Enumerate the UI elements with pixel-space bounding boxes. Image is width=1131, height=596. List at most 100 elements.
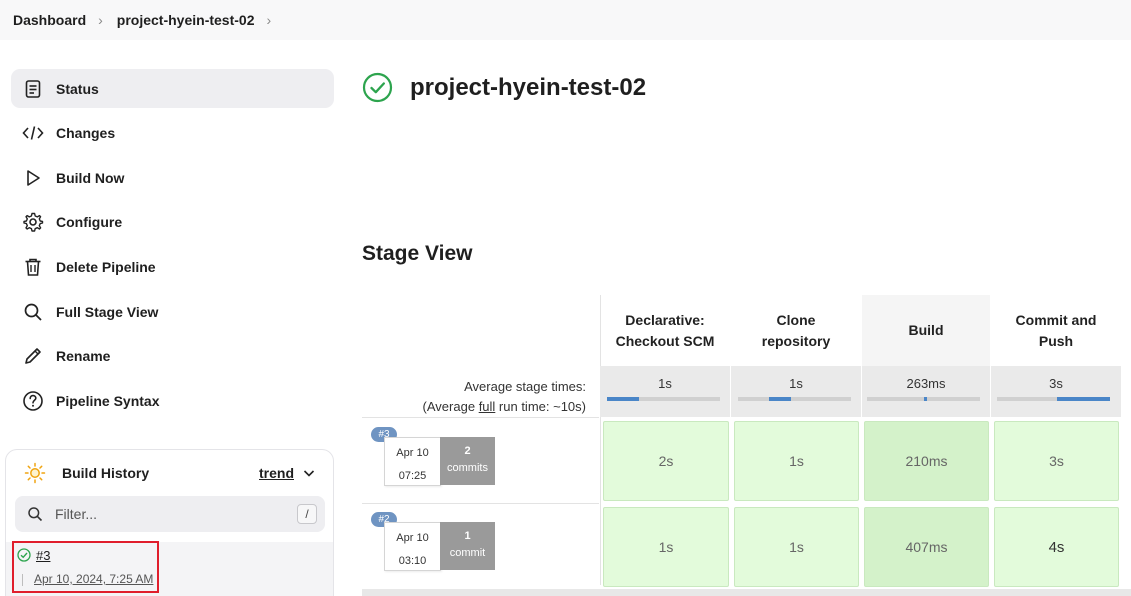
sidebar-item-configure[interactable]: Configure <box>11 202 334 241</box>
full-run-link[interactable]: full <box>479 399 496 414</box>
stage-duration: 2s <box>658 453 674 469</box>
run-date-card: Apr 10 07:25 <box>384 437 441 486</box>
stage-name: Commit and <box>1015 311 1097 328</box>
sidebar-item-label: Status <box>56 80 99 97</box>
stage-cell[interactable]: 407ms <box>864 507 989 587</box>
avg-progress-track <box>738 397 851 401</box>
sidebar-item-label: Changes <box>56 124 116 141</box>
stage-name: Push <box>1038 332 1074 349</box>
avg-progress-fill <box>923 397 927 401</box>
sun-icon <box>24 462 46 487</box>
build-filter-input[interactable] <box>55 506 275 522</box>
run-date: Apr 10 <box>396 532 429 544</box>
pencil-icon <box>22 345 44 367</box>
breadcrumb-project[interactable]: project-hyein-test-02 <box>117 12 255 28</box>
commit-label: commits <box>447 462 488 474</box>
stage-cell[interactable]: 2s <box>603 421 729 501</box>
success-check-icon <box>362 72 393 103</box>
divider <box>600 295 601 585</box>
stage-avg-time: 1s <box>658 376 672 391</box>
play-icon <box>22 167 44 189</box>
stage-avg-commit-push: 3s <box>991 366 1121 417</box>
sidebar-item-build-now[interactable]: Build Now <box>11 158 334 197</box>
stage-cell[interactable]: 4s <box>994 507 1119 587</box>
sidebar-item-label: Delete Pipeline <box>56 258 156 275</box>
full-run-prefix: (Average <box>422 399 479 414</box>
search-icon <box>22 301 44 323</box>
stage-name: Declarative: <box>625 311 705 328</box>
trash-icon <box>22 256 44 278</box>
avg-progress-track <box>867 397 980 401</box>
document-icon <box>22 78 44 100</box>
avg-progress-fill <box>607 397 639 401</box>
stage-header-build: Build <box>862 295 990 366</box>
avg-progress-fill <box>768 397 792 401</box>
sidebar-item-label: Rename <box>56 347 111 364</box>
stage-cell[interactable]: 1s <box>734 421 859 501</box>
page-title: project-hyein-test-02 <box>410 73 647 101</box>
run-time: 03:10 <box>398 555 427 567</box>
sidebar-item-label: Pipeline Syntax <box>56 392 160 409</box>
stage-name: repository <box>761 332 831 349</box>
sidebar-item-delete-pipeline[interactable]: Delete Pipeline <box>11 247 334 286</box>
sidebar-item-pipeline-syntax[interactable]: Pipeline Syntax <box>11 381 334 420</box>
search-icon <box>27 506 43 522</box>
next-run-row <box>362 589 1131 596</box>
commit-count: 2 <box>464 445 471 457</box>
chevron-down-icon[interactable] <box>302 466 316 483</box>
stage-avg-build: 263ms <box>862 366 990 417</box>
commits-button[interactable]: 1 commit <box>440 522 495 570</box>
stage-duration: 407ms <box>905 539 948 555</box>
help-icon <box>22 390 44 412</box>
full-run-suffix: run time: ~10s) <box>495 399 586 414</box>
build-filter[interactable]: / <box>15 496 325 532</box>
sidebar-item-status[interactable]: Status <box>11 69 334 108</box>
breadcrumb: Dashboard › project-hyein-test-02 › <box>0 0 1131 40</box>
sidebar-item-changes[interactable]: Changes <box>11 113 334 152</box>
stage-duration: 4s <box>1048 538 1065 556</box>
run-time: 07:25 <box>398 470 427 482</box>
sidebar-item-full-stage-view[interactable]: Full Stage View <box>11 292 334 331</box>
stage-avg-time: 263ms <box>906 376 946 391</box>
commit-count: 1 <box>464 530 471 542</box>
sidebar-item-rename[interactable]: Rename <box>11 336 334 375</box>
trend-link[interactable]: trend <box>259 465 294 481</box>
avg-progress-track <box>607 397 720 401</box>
stage-header-commit-push: Commit and Push <box>991 295 1121 366</box>
average-times-label: Average stage times: (Average full run t… <box>400 377 586 417</box>
stage-duration: 1s <box>658 539 674 555</box>
stage-cell[interactable]: 3s <box>994 421 1119 501</box>
stage-cell[interactable]: 1s <box>734 507 859 587</box>
chevron-right-icon: › <box>98 12 103 28</box>
commit-label: commit <box>449 547 486 559</box>
stage-duration: 3s <box>1049 453 1064 469</box>
build-history-title: Build History <box>62 465 150 481</box>
average-stage-times-text: Average stage times: <box>464 379 586 394</box>
stage-avg-time: 1s <box>789 376 803 391</box>
stage-duration: 1s <box>789 453 804 469</box>
avg-progress-track <box>997 397 1110 401</box>
stage-cell[interactable]: 210ms <box>864 421 989 501</box>
stage-cell[interactable]: 1s <box>603 507 729 587</box>
stage-avg-clone: 1s <box>731 366 861 417</box>
keyboard-shortcut-hint: / <box>297 504 317 524</box>
stage-view-heading: Stage View <box>362 242 473 265</box>
stage-header-checkout: Declarative: Checkout SCM <box>600 295 730 366</box>
run-date: Apr 10 <box>396 447 429 459</box>
page-header: project-hyein-test-02 <box>362 72 646 103</box>
stage-name: Clone <box>776 311 816 328</box>
code-icon <box>22 122 44 144</box>
stage-name: Build <box>908 322 944 338</box>
commits-button[interactable]: 2 commits <box>440 437 495 485</box>
stage-duration: 210ms <box>905 453 948 469</box>
stage-header-clone: Clone repository <box>731 295 861 366</box>
avg-progress-fill <box>1056 397 1110 401</box>
highlight-box <box>12 541 159 593</box>
run-date-card: Apr 10 03:10 <box>384 522 441 571</box>
stage-name: Checkout SCM <box>615 332 715 349</box>
breadcrumb-dashboard[interactable]: Dashboard <box>13 12 86 28</box>
stage-duration: 1s <box>789 539 804 555</box>
gear-icon <box>22 211 44 233</box>
sidebar-item-label: Full Stage View <box>56 303 159 320</box>
chevron-right-icon[interactable]: › <box>267 12 272 28</box>
